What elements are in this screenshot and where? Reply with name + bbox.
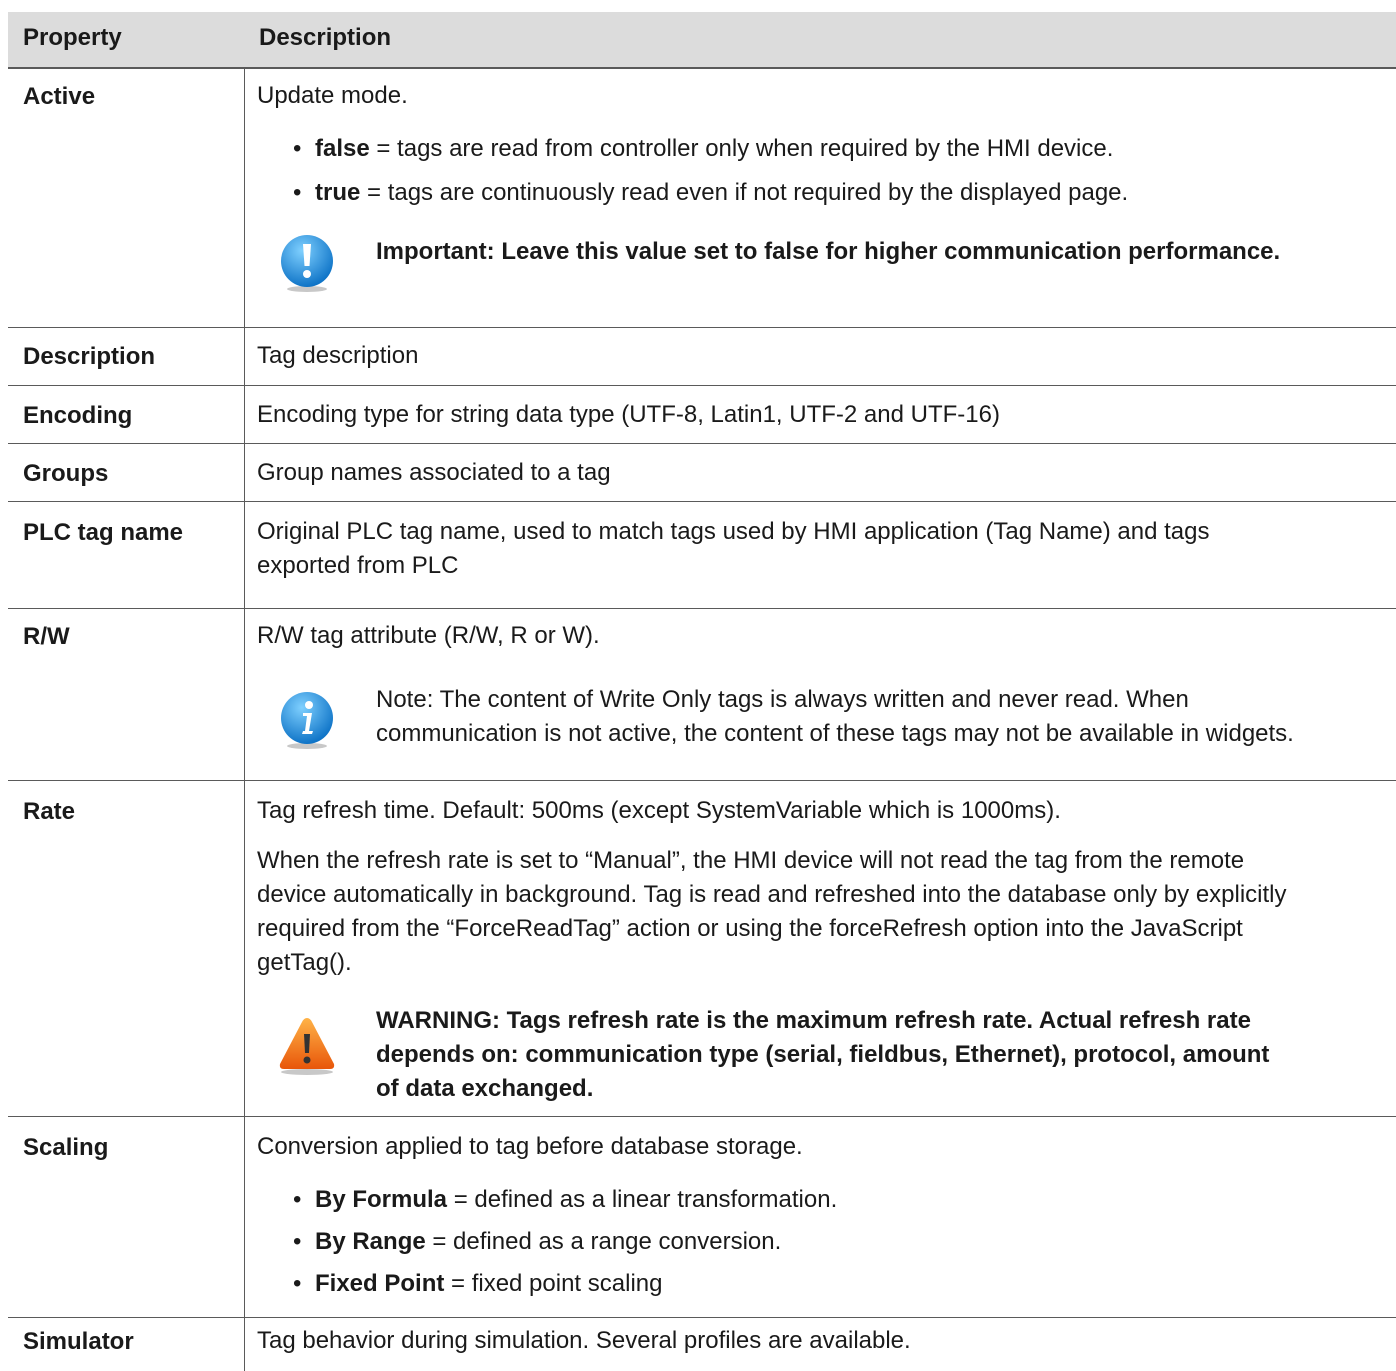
- warning-line: of data exchanged.: [376, 1075, 594, 1102]
- table-row-active: Active Update mode. false = tags are rea…: [8, 69, 1396, 328]
- description-text: Encoding type for string data type (UTF-…: [257, 401, 1000, 428]
- table-header: Property Description: [8, 12, 1396, 69]
- intro-text: Update mode.: [257, 82, 408, 109]
- property-name: Encoding: [23, 402, 133, 429]
- paragraph-line: device automatically in background. Tag …: [257, 881, 1287, 908]
- warning-line: WARNING: Tags refresh rate is the maximu…: [376, 1007, 1251, 1034]
- property-name: R/W: [23, 623, 70, 650]
- property-name: Groups: [23, 460, 109, 487]
- table-row-scaling: Scaling Conversion applied to tag before…: [8, 1117, 1396, 1318]
- paragraph-line: When the refresh rate is set to “Manual”…: [257, 847, 1245, 874]
- paragraph-line: required from the “ForceReadTag” action …: [257, 915, 1243, 942]
- description-line: Original PLC tag name, used to match tag…: [257, 518, 1210, 545]
- description-text: Group names associated to a tag: [257, 459, 611, 486]
- table-row-rw: R/W R/W tag attribute (R/W, R or W). Not…: [8, 609, 1396, 781]
- property-name: Simulator: [23, 1328, 134, 1355]
- warning-icon: [279, 1018, 335, 1075]
- table-row-rate: Rate Tag refresh time. Default: 500ms (e…: [8, 781, 1396, 1117]
- description-text: Tag behavior during simulation. Several …: [257, 1327, 911, 1354]
- property-name: Scaling: [23, 1134, 109, 1161]
- important-note: Important: Leave this value set to false…: [376, 238, 1281, 265]
- description-text: Tag refresh time. Default: 500ms (except…: [257, 797, 1061, 824]
- table-row-encoding: Encoding Encoding type for string data t…: [8, 386, 1396, 444]
- list-item: true = tags are continuously read even i…: [293, 176, 1386, 210]
- table-row-plc-tag-name: PLC tag name Original PLC tag name, used…: [8, 502, 1396, 609]
- table-row-groups: Groups Group names associated to a tag: [8, 444, 1396, 502]
- description-text: R/W tag attribute (R/W, R or W).: [257, 622, 600, 649]
- important-icon: [281, 235, 333, 292]
- note-line: Note: The content of Write Only tags is …: [376, 686, 1189, 713]
- list-item: By Formula = defined as a linear transfo…: [293, 1183, 1386, 1217]
- info-icon: [281, 692, 333, 749]
- property-name: Description: [23, 343, 156, 370]
- warning-line: depends on: communication type (serial, …: [376, 1041, 1270, 1068]
- list-item: false = tags are read from controller on…: [293, 132, 1386, 166]
- header-description: Description: [259, 24, 392, 51]
- list-item: By Range = defined as a range conversion…: [293, 1225, 1386, 1259]
- table-row-simulator: Simulator Tag behavior during simulation…: [8, 1318, 1396, 1371]
- property-name: Active: [23, 83, 96, 110]
- description-line: exported from PLC: [257, 552, 459, 579]
- property-name: PLC tag name: [23, 519, 184, 546]
- list-item: Fixed Point = fixed point scaling: [293, 1267, 1386, 1301]
- paragraph-line: getTag().: [257, 949, 352, 976]
- note-line: communication is not active, the content…: [376, 720, 1294, 747]
- property-name: Rate: [23, 798, 76, 825]
- description-text: Tag description: [257, 342, 419, 369]
- header-property: Property: [23, 24, 122, 51]
- table-row-description: Description Tag description: [8, 328, 1396, 386]
- description-text: Conversion applied to tag before databas…: [257, 1133, 803, 1160]
